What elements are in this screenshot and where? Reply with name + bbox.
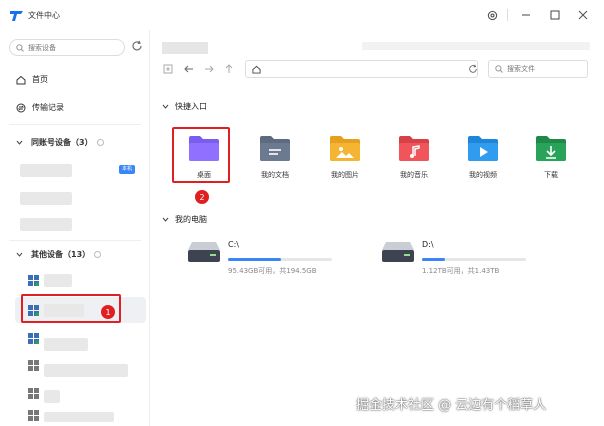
group-other-devices[interactable]: 其他设备（13） [16,249,102,260]
windows-device-icon [28,388,39,399]
drive-c[interactable]: C:\ 95.43GB可用，共194.5GB [186,236,332,275]
windows-device-icon [28,333,39,344]
folder-pictures[interactable]: 我的图片 [316,130,374,180]
address-bar[interactable] [245,60,478,78]
device-search-box[interactable] [9,39,125,56]
sidebar-item-transfer[interactable]: 传输记录 [16,102,64,113]
settings-icon[interactable] [485,8,499,22]
chevron-down-icon [16,140,23,145]
up-icon[interactable] [223,63,235,75]
device-item-blurred[interactable] [20,218,72,231]
music-folder-icon [399,136,429,161]
chevron-down-icon [162,217,169,222]
folder-label: 下载 [544,171,558,179]
drive-usage-bar [422,258,526,261]
info-icon [94,251,102,258]
sidebar-divider [9,240,141,241]
drive-name: D:\ [422,240,434,249]
folder-downloads[interactable]: 下载 [522,130,580,180]
windows-device-icon [28,275,39,286]
device-item-blurred[interactable] [44,412,114,422]
device-item-blurred[interactable] [44,390,60,403]
drive-usage-text: 1.12TB可用，共1.43TB [422,267,500,275]
group-label: 其他设备（13） [31,250,91,259]
group-label: 同账号设备（3） [31,138,93,147]
chevron-down-icon [162,104,169,109]
hard-drive-icon [188,242,220,262]
sidebar-item-label: 传输记录 [32,103,64,112]
new-folder-icon[interactable] [162,63,174,75]
main-content: 快捷入口 桌面 我的文档 我的图片 我的音乐 我的视频 下载 我的电脑 C:\ … [150,30,604,426]
device-item-blurred[interactable] [44,364,128,377]
annotation-box-2 [172,127,230,183]
folder-music[interactable]: 我的音乐 [385,130,443,180]
folder-label: 我的视频 [469,171,497,179]
sidebar-item-home[interactable]: 首页 [16,74,48,85]
drive-d[interactable]: D:\ 1.12TB可用，共1.43TB [380,236,526,275]
documents-folder-icon [260,136,290,161]
annotation-marker-1: 1 [101,305,115,319]
app-logo-icon [10,11,23,21]
group-same-account[interactable]: 同账号设备（3） [16,137,104,148]
device-item-blurred[interactable] [44,338,88,351]
forward-icon[interactable] [203,63,215,75]
drive-name: C:\ [228,240,239,249]
home-icon [16,75,26,84]
info-icon [96,139,104,146]
windows-device-icon [28,360,39,371]
close-icon[interactable] [576,8,590,22]
sidebar-item-label: 首页 [32,75,48,84]
watermark-text: 掘金技术社区 @ 云边有个稻草人 [356,398,547,413]
refresh-icon[interactable] [468,64,478,74]
device-item-blurred[interactable] [20,192,72,205]
windows-device-icon [28,410,39,421]
search-icon [495,65,503,73]
section-label: 我的电脑 [175,215,207,224]
maximize-icon[interactable] [548,8,562,22]
drive-usage-bar [228,258,332,261]
app-title: 文件中心 [28,11,60,20]
search-icon [16,43,24,52]
device-item-blurred[interactable] [20,164,72,177]
section-label: 快捷入口 [175,102,207,111]
file-search-box[interactable] [488,60,588,78]
annotation-marker-2: 2 [195,190,209,204]
breadcrumb [162,42,208,54]
this-device-badge: 本机 [119,165,136,174]
drive-usage-fill [422,258,445,261]
title-divider [507,9,508,21]
toolbar-blurred [362,42,590,50]
folder-label: 我的文档 [261,171,289,179]
title-bar: 文件中心 [0,0,604,30]
videos-folder-icon [468,136,498,161]
hard-drive-icon [382,242,414,262]
chevron-down-icon [16,252,23,257]
sidebar-divider [9,124,141,125]
section-my-computer[interactable]: 我的电脑 [162,214,207,225]
downloads-folder-icon [536,136,566,161]
drive-usage-fill [228,258,282,261]
folder-videos[interactable]: 我的视频 [454,130,512,180]
sidebar: 首页 传输记录 同账号设备（3） 本机 其他设备（13） [0,30,150,426]
pictures-folder-icon [330,136,360,161]
home-icon [252,65,261,74]
section-quick-access[interactable]: 快捷入口 [162,101,207,112]
folder-label: 我的音乐 [400,171,428,179]
folder-documents[interactable]: 我的文档 [246,130,304,180]
back-icon[interactable] [183,63,195,75]
device-search-input[interactable] [28,43,118,52]
refresh-icon[interactable] [131,40,143,52]
minimize-icon[interactable] [519,8,533,22]
device-item-blurred[interactable] [44,274,72,287]
transfer-icon [16,103,26,112]
drive-usage-text: 95.43GB可用，共194.5GB [228,267,317,275]
file-search-input[interactable] [507,65,577,73]
folder-label: 我的图片 [331,171,359,179]
